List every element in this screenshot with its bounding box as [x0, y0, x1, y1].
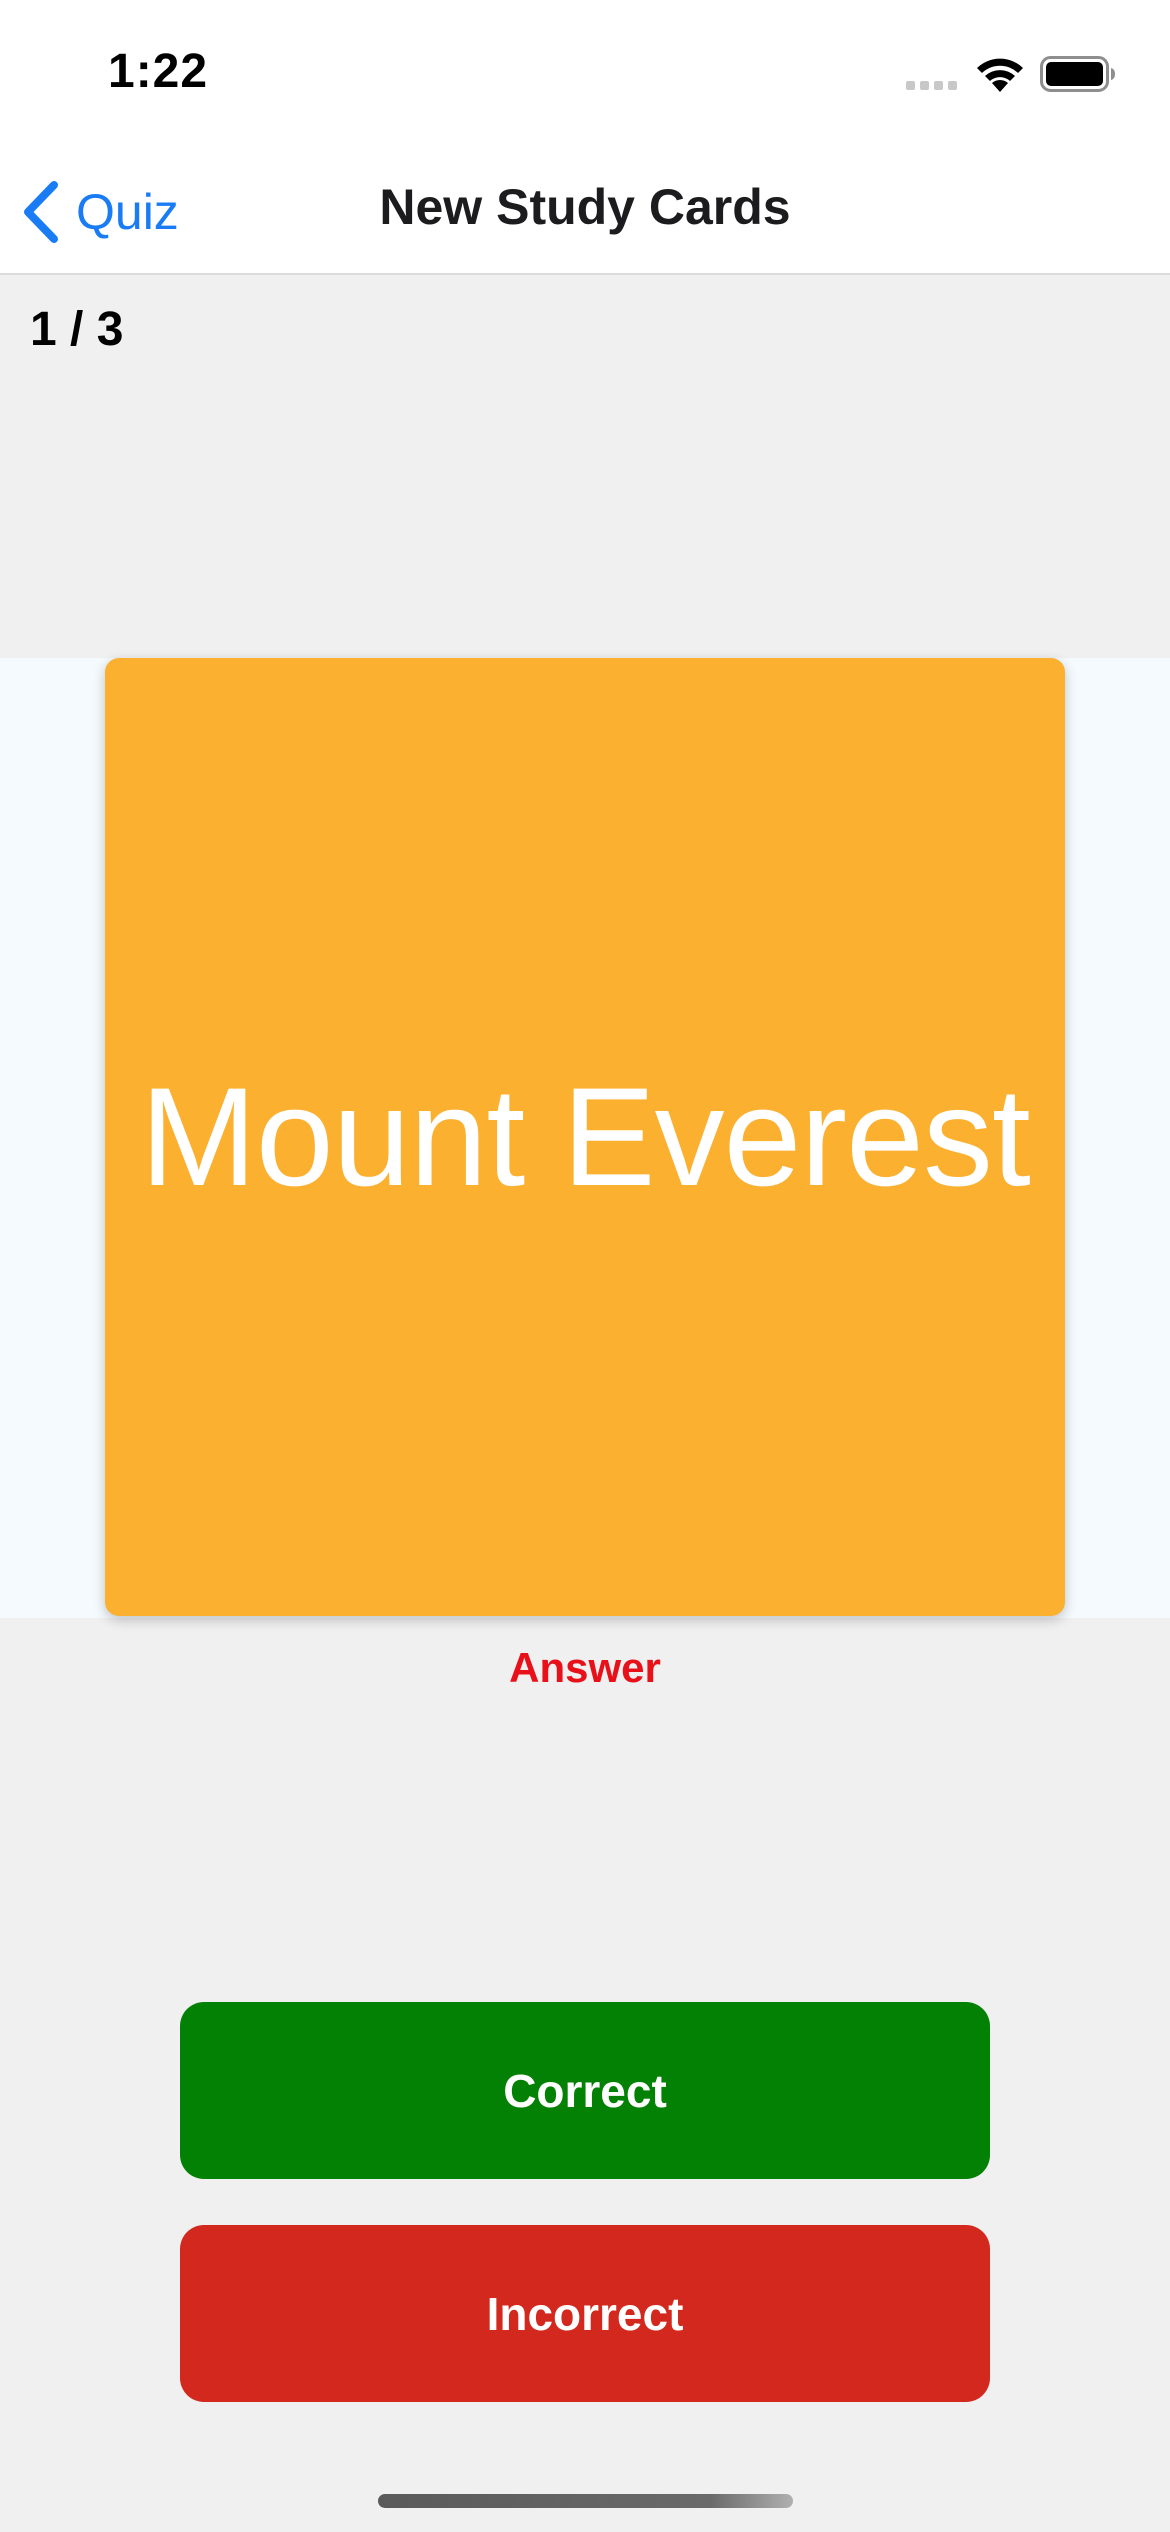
status-bar: 1:22 — [0, 0, 1170, 150]
incorrect-button-label: Incorrect — [486, 2287, 684, 2340]
study-card-text: Mount Everest — [140, 1058, 1031, 1215]
correct-button-label: Correct — [503, 2064, 667, 2117]
page-title: New Study Cards — [379, 179, 791, 235]
answer-button[interactable]: Answer — [0, 1644, 1170, 1692]
cellular-signal-icon — [906, 81, 957, 90]
status-time: 1:22 — [108, 45, 209, 98]
incorrect-button[interactable]: Incorrect — [180, 2225, 990, 2402]
navigation-bar: Quiz New Study Cards — [0, 150, 1170, 275]
wifi-icon — [977, 58, 1023, 92]
battery-icon — [1040, 56, 1115, 92]
card-progress-counter: 1 / 3 — [30, 303, 124, 356]
home-indicator[interactable] — [378, 2494, 793, 2508]
study-card[interactable]: Mount Everest — [105, 658, 1065, 1616]
correct-button[interactable]: Correct — [180, 2002, 990, 2179]
